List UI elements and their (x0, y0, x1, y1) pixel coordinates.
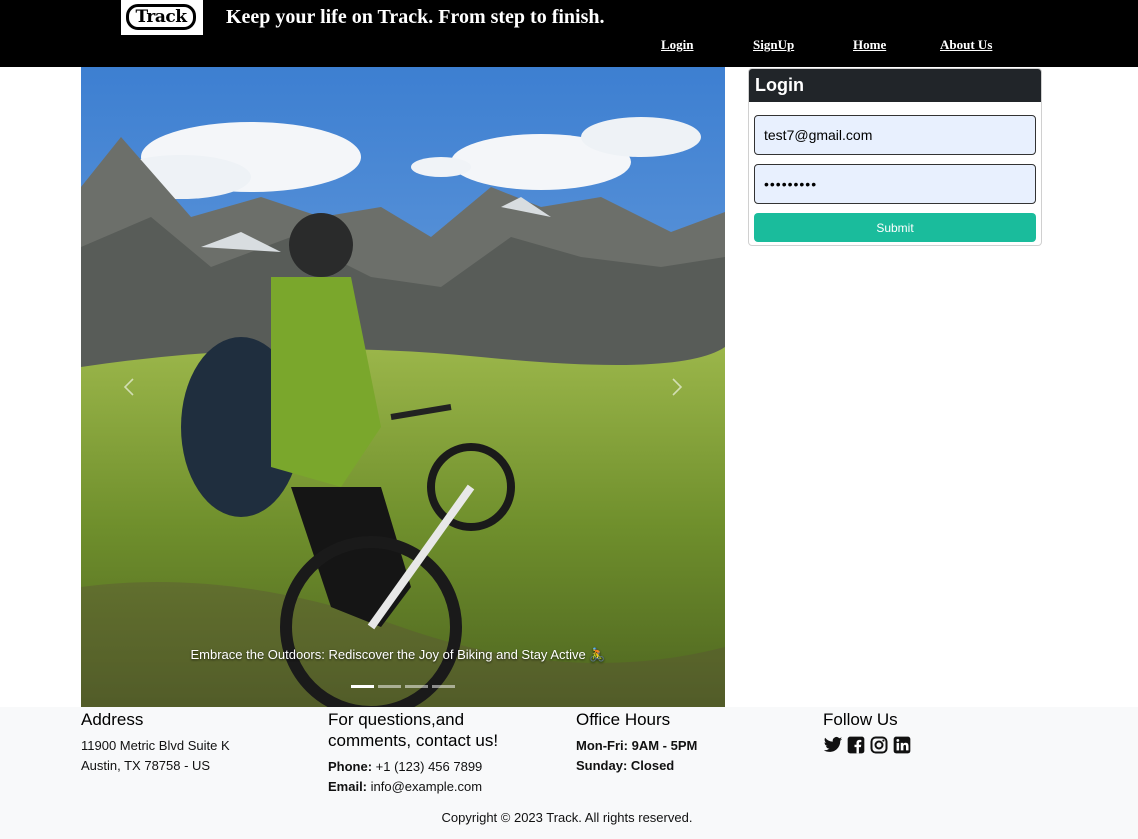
nav-home-link[interactable]: Home (853, 37, 886, 53)
password-field[interactable] (754, 164, 1036, 204)
chevron-left-icon (123, 378, 134, 396)
carousel-indicator-1[interactable] (351, 685, 374, 688)
hours-sunday-text: Sunday: Closed (576, 758, 675, 773)
linkedin-icon[interactable] (892, 735, 912, 755)
email-field[interactable] (754, 115, 1036, 155)
login-card: Login Submit (748, 68, 1042, 246)
hours-weekday-text: Mon-Fri: 9AM - 5PM (576, 738, 698, 753)
address-line-1: 11900 Metric Blvd Suite K (81, 738, 230, 753)
nav-login-link[interactable]: Login (661, 37, 694, 53)
phone-label: Phone: (328, 759, 373, 774)
image-carousel: Embrace the Outdoors: Rediscover the Joy… (81, 67, 725, 707)
carousel-indicators (351, 685, 455, 688)
copyright-text: Copyright © 2023 Track. All rights reser… (441, 810, 693, 825)
twitter-icon[interactable] (823, 735, 843, 755)
footer-address: Address 11900 Metric Blvd Suite K Austin… (81, 709, 311, 776)
email-value[interactable]: info@example.com (367, 779, 482, 794)
hours-title: Office Hours (576, 710, 671, 729)
submit-button[interactable]: Submit (754, 213, 1036, 242)
follow-title: Follow Us (823, 710, 898, 729)
carousel-next-button[interactable] (662, 367, 692, 407)
hours-weekday: Mon-Fri: 9AM - 5PM (576, 736, 806, 756)
tagline: Keep your life on Track. From step to fi… (226, 6, 605, 28)
site-header: Track Keep your life on Track. From step… (0, 0, 1138, 67)
contact-title: For questions,and comments, contact us! (328, 710, 499, 750)
site-footer: Address 11900 Metric Blvd Suite K Austin… (0, 707, 1138, 839)
instagram-icon[interactable] (869, 735, 889, 755)
hours-sunday: Sunday: Closed (576, 756, 806, 776)
phone-value: +1 (123) 456 7899 (372, 759, 483, 774)
nav-about-link[interactable]: About Us (940, 37, 992, 53)
logo[interactable]: Track (121, 0, 203, 35)
footer-contact: For questions,and comments, contact us! … (328, 709, 538, 797)
logo-text: Track (135, 7, 187, 27)
footer-hours: Office Hours Mon-Fri: 9AM - 5PM Sunday: … (576, 709, 806, 776)
carousel-indicator-2[interactable] (378, 685, 401, 688)
login-title: Login (749, 69, 1041, 102)
footer-follow: Follow Us (823, 709, 1053, 755)
logo-badge: Track (126, 4, 196, 30)
carousel-indicator-3[interactable] (405, 685, 428, 688)
chevron-right-icon (672, 378, 683, 396)
nav-signup-link[interactable]: SignUp (753, 37, 794, 53)
contact-phone: Phone: +1 (123) 456 7899 (328, 757, 538, 777)
carousel-caption: Embrace the Outdoors: Rediscover the Joy… (190, 647, 606, 662)
address-title: Address (81, 710, 144, 729)
email-label: Email: (328, 779, 368, 794)
social-links (823, 735, 1053, 755)
carousel-indicator-4[interactable] (432, 685, 455, 688)
facebook-icon[interactable] (846, 735, 866, 755)
address-line-2: Austin, TX 78758 - US (81, 758, 211, 773)
carousel-prev-button[interactable] (114, 367, 144, 407)
carousel-slide-image (81, 67, 725, 707)
contact-email: Email: info@example.com (328, 777, 538, 797)
